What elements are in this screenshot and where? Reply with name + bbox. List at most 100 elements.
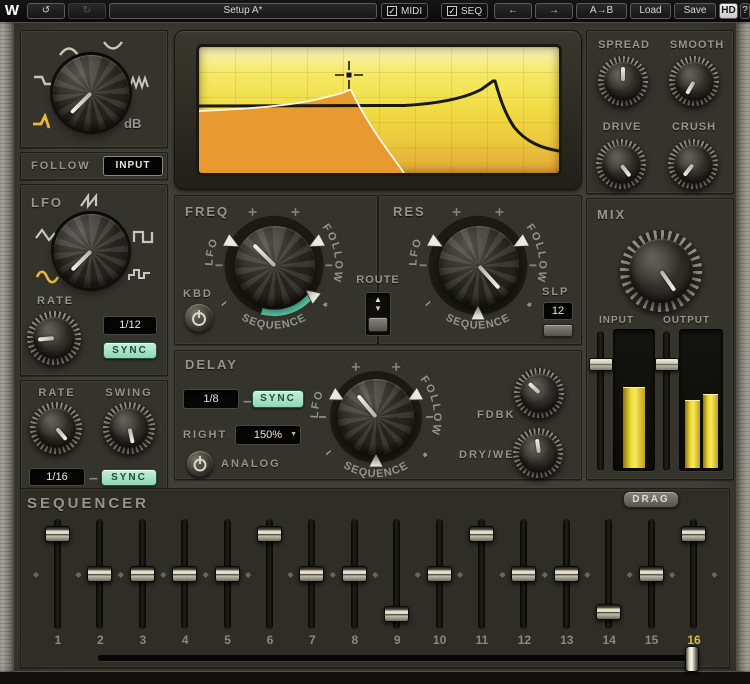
seq-step-track[interactable] <box>596 519 622 629</box>
seq-step-handle[interactable] <box>511 566 537 582</box>
output-meter-bar-left <box>685 399 700 468</box>
hd-button[interactable]: HD <box>719 3 738 19</box>
prev-preset-button[interactable]: ← <box>494 3 532 19</box>
lfo-title: LFO <box>31 195 63 210</box>
delay-channel-label: RIGHT <box>183 429 228 441</box>
power-icon <box>192 310 206 326</box>
seq-step-handle[interactable] <box>299 566 325 582</box>
delay-time-value[interactable]: 1/8 <box>183 389 239 409</box>
seq-step-track[interactable] <box>129 519 155 629</box>
follow-input-button[interactable]: INPUT <box>103 156 163 176</box>
seq-swing-knob[interactable] <box>103 402 155 454</box>
route-switch-button[interactable] <box>368 317 388 332</box>
loop-range-handle[interactable] <box>685 646 699 672</box>
help-button[interactable]: ? <box>740 3 750 19</box>
seq-step-track[interactable] <box>553 519 579 629</box>
redo-button[interactable]: ↻ <box>68 3 106 19</box>
midi-toggle[interactable]: ✓ MIDI <box>381 3 429 19</box>
lfo-rate-knob[interactable] <box>27 311 81 365</box>
drywet-knob[interactable] <box>513 428 563 478</box>
load-button[interactable]: Load <box>630 3 671 19</box>
seq-step-handle[interactable] <box>341 566 367 582</box>
seq-step-handle[interactable] <box>257 525 282 542</box>
seq-step-number: 2 <box>97 633 104 647</box>
crush-knob[interactable] <box>668 139 718 189</box>
undo-button[interactable]: ↺ <box>27 3 65 19</box>
seq-step-handle[interactable] <box>553 566 579 582</box>
seq-step: 2 <box>86 519 114 651</box>
filter-display-screen[interactable] <box>199 47 559 173</box>
lfo-sync-button[interactable]: SYNC <box>103 342 157 359</box>
freq-knob[interactable] <box>235 226 315 306</box>
seq-step: 11 <box>468 519 496 651</box>
step-divider-diamond-icon: ◆ <box>541 570 548 579</box>
seq-step-number: 6 <box>266 633 274 647</box>
seq-step-track[interactable] <box>172 519 198 629</box>
seq-step-track[interactable] <box>511 519 537 629</box>
save-button[interactable]: Save <box>674 3 716 19</box>
random-steps-icon[interactable] <box>127 267 153 284</box>
res-knob[interactable] <box>439 226 519 306</box>
ab-compare-button[interactable]: A→B <box>576 3 627 19</box>
seq-step-handle[interactable] <box>214 566 240 582</box>
seq-rate-value[interactable]: 1/16 <box>29 468 85 486</box>
seq-step-handle[interactable] <box>129 566 155 582</box>
fdbk-label: FDBK <box>477 409 516 421</box>
lfo-rate-value[interactable]: 1/12 <box>103 316 157 335</box>
seq-step-handle[interactable] <box>638 566 664 582</box>
slp-value[interactable]: 12 <box>543 302 573 320</box>
seq-step-track[interactable] <box>384 519 410 629</box>
lowpass-icon[interactable] <box>31 113 57 130</box>
seq-sync-button[interactable]: SYNC <box>101 469 157 486</box>
seq-step-handle[interactable] <box>426 566 452 582</box>
seq-step-handle[interactable] <box>172 566 198 582</box>
seq-step-track[interactable] <box>469 519 494 629</box>
seq-step-handle[interactable] <box>681 525 706 542</box>
filter-type-knob[interactable] <box>53 55 129 131</box>
seq-step-track[interactable] <box>87 519 113 629</box>
analog-power-button[interactable] <box>187 451 213 477</box>
output-meter-bar-right <box>703 394 718 468</box>
seq-step-handle[interactable] <box>384 606 410 623</box>
route-switch[interactable]: ▲ ▼ <box>365 292 391 336</box>
step-divider-diamond-icon: ◆ <box>33 570 40 579</box>
drive-knob[interactable] <box>596 139 646 189</box>
input-fader-track[interactable] <box>597 331 604 471</box>
seq-step-track[interactable] <box>45 519 70 629</box>
seq-step-track[interactable] <box>426 519 452 629</box>
seq-step-handle[interactable] <box>596 603 622 620</box>
seq-step-track[interactable] <box>299 519 325 629</box>
seq-step-track[interactable] <box>341 519 367 629</box>
seq-step-track[interactable] <box>638 519 664 629</box>
seq-step-track[interactable] <box>214 519 240 629</box>
fdbk-knob[interactable] <box>514 368 564 418</box>
smooth-knob[interactable] <box>669 56 719 106</box>
drag-button[interactable]: DRAG <box>623 491 679 508</box>
kbd-power-button[interactable] <box>185 304 213 332</box>
seq-step-handle[interactable] <box>469 525 494 542</box>
loop-range-bar[interactable] <box>98 655 696 661</box>
output-fader-track[interactable] <box>663 331 670 471</box>
setup-selector[interactable]: Setup A* <box>109 3 377 19</box>
slp-button[interactable] <box>543 324 573 337</box>
route-up-icon: ▲ <box>374 295 382 304</box>
output-fader-handle[interactable] <box>655 357 679 371</box>
input-fader-handle[interactable] <box>589 357 613 371</box>
lfo-rate-label: RATE <box>37 295 75 307</box>
lfo-wave-knob[interactable] <box>54 214 128 288</box>
next-preset-button[interactable]: → <box>535 3 573 19</box>
seq-checkbox[interactable]: ✓ <box>447 6 457 16</box>
mix-knob[interactable] <box>620 230 702 312</box>
seq-rate-knob[interactable] <box>30 402 82 454</box>
seq-step-number: 16 <box>687 633 701 647</box>
delay-knob[interactable] <box>338 379 414 455</box>
redo-icon: ↻ <box>82 5 92 16</box>
seq-step-track[interactable] <box>257 519 282 629</box>
seq-step-handle[interactable] <box>45 525 70 542</box>
seq-step-handle[interactable] <box>87 566 113 582</box>
step-divider-diamond-icon: ◆ <box>287 570 294 579</box>
seq-step-track[interactable] <box>681 519 706 629</box>
seq-toggle[interactable]: ✓ SEQ <box>441 3 489 19</box>
midi-checkbox[interactable]: ✓ <box>387 6 397 16</box>
spread-knob[interactable] <box>598 56 648 106</box>
